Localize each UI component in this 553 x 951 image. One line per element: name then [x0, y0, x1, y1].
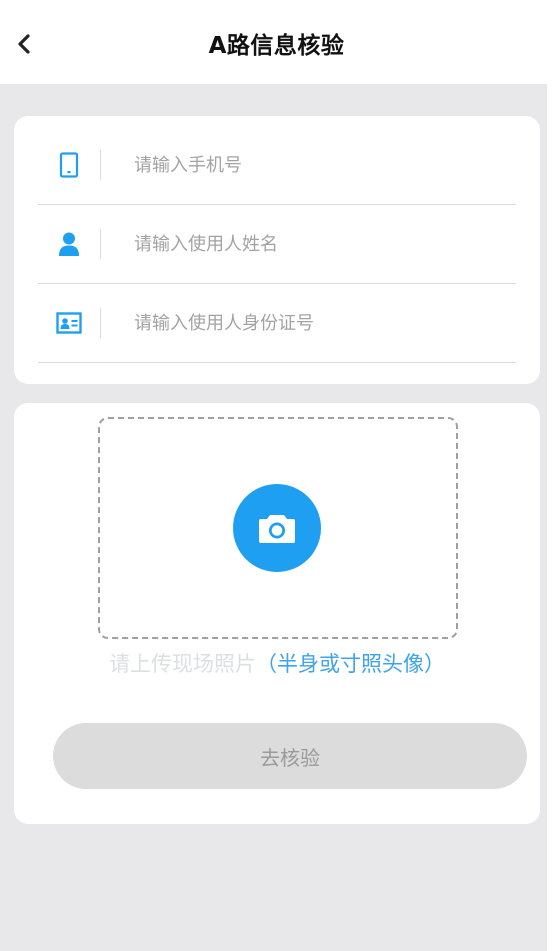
name-row [38, 205, 516, 284]
phone-input[interactable] [134, 148, 494, 182]
photo-upload-card: 请上传现场照片（半身或寸照头像） 去核验 [14, 403, 540, 824]
page-title: A路信息核验 [208, 33, 345, 59]
field-divider [100, 308, 101, 338]
photo-upload-area[interactable] [98, 417, 458, 639]
id-card-input[interactable] [134, 306, 494, 340]
verify-button[interactable]: 去核验 [53, 723, 527, 789]
camera-icon [259, 515, 295, 543]
field-divider [100, 229, 101, 259]
person-icon [56, 230, 82, 258]
upload-hint-main: 请上传现场照片 [109, 652, 256, 676]
id-card-icon [56, 309, 82, 337]
name-input[interactable] [134, 227, 494, 261]
camera-button[interactable] [233, 484, 321, 572]
field-divider [100, 150, 101, 180]
info-form-card [14, 116, 540, 384]
header-bar: A路信息核验 [0, 0, 547, 84]
id-card-row [38, 284, 516, 363]
upload-hint: 请上传现场照片（半身或寸照头像） [14, 648, 540, 678]
phone-icon [56, 151, 82, 179]
phone-row [38, 126, 516, 205]
right-edge-strip [547, 0, 553, 951]
upload-hint-note: （半身或寸照头像） [256, 652, 445, 676]
